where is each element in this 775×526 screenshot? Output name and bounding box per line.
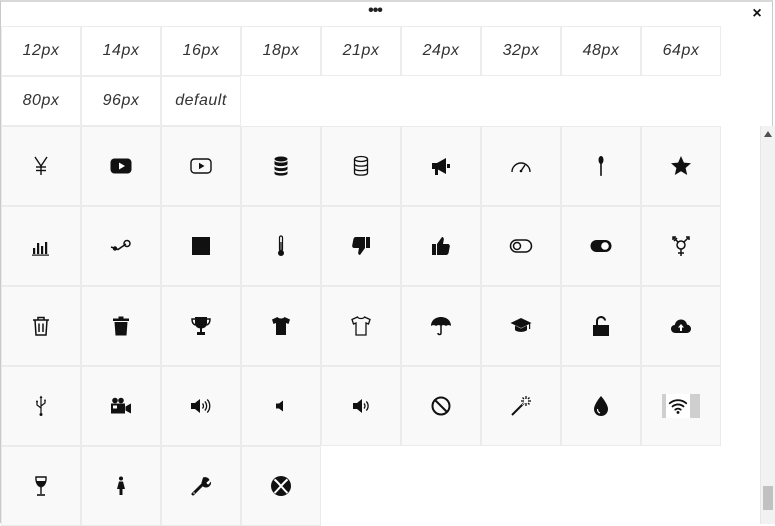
volume-down-icon[interactable] xyxy=(321,366,401,446)
scroll-up-icon[interactable] xyxy=(764,131,772,137)
megaphone-icon[interactable] xyxy=(401,126,481,206)
ban-icon[interactable] xyxy=(401,366,481,446)
water-drop-icon[interactable] xyxy=(561,366,641,446)
spoon-icon[interactable] xyxy=(561,126,641,206)
wine-glass-icon[interactable] xyxy=(1,446,81,526)
trophy-icon[interactable] xyxy=(161,286,241,366)
trash-icon[interactable] xyxy=(1,286,81,366)
size-option-24px[interactable]: 24px xyxy=(401,26,481,76)
volume-off-icon[interactable] xyxy=(241,366,321,446)
thumbs-up-icon[interactable] xyxy=(401,206,481,286)
more-menu-icon[interactable]: ••• xyxy=(361,3,389,22)
cloud-upload-icon[interactable] xyxy=(641,286,721,366)
tshirt-outline-icon[interactable] xyxy=(321,286,401,366)
tachometer-icon[interactable] xyxy=(481,126,561,206)
youtube-play-outline-icon[interactable] xyxy=(161,126,241,206)
size-option-18px[interactable]: 18px xyxy=(241,26,321,76)
transgender-icon[interactable] xyxy=(641,206,721,286)
unlock-icon[interactable] xyxy=(561,286,641,366)
wrench-icon[interactable] xyxy=(161,446,241,526)
close-icon[interactable]: × xyxy=(750,5,764,23)
icon-picker-window: ••• × 12px 14px 16px 18px 21px 24px 32px… xyxy=(0,0,775,526)
volume-up-icon[interactable] xyxy=(161,366,241,446)
size-option-48px[interactable]: 48px xyxy=(561,26,641,76)
usb-icon[interactable] xyxy=(1,366,81,446)
size-option-80px[interactable]: 80px xyxy=(1,76,81,126)
graduation-cap-icon[interactable] xyxy=(481,286,561,366)
video-camera-icon[interactable] xyxy=(81,366,161,446)
star-icon[interactable] xyxy=(641,126,721,206)
database-icon[interactable] xyxy=(241,126,321,206)
vertical-scrollbar[interactable] xyxy=(760,126,775,524)
database-outline-icon[interactable] xyxy=(321,126,401,206)
steam-icon[interactable] xyxy=(81,206,161,286)
toggle-off-icon[interactable] xyxy=(481,206,561,286)
size-option-64px[interactable]: 64px xyxy=(641,26,721,76)
stop-square-icon[interactable] xyxy=(161,206,241,286)
icon-grid xyxy=(1,126,761,526)
toggle-on-icon[interactable] xyxy=(561,206,641,286)
size-option-16px[interactable]: 16px xyxy=(161,26,241,76)
size-option-default[interactable]: default xyxy=(161,76,241,126)
tshirt-icon[interactable] xyxy=(241,286,321,366)
size-option-14px[interactable]: 14px xyxy=(81,26,161,76)
scrollbar-thumb[interactable] xyxy=(763,486,773,510)
size-option-21px[interactable]: 21px xyxy=(321,26,401,76)
size-option-32px[interactable]: 32px xyxy=(481,26,561,76)
size-option-12px[interactable]: 12px xyxy=(1,26,81,76)
female-icon[interactable] xyxy=(81,446,161,526)
size-option-96px[interactable]: 96px xyxy=(81,76,161,126)
umbrella-icon[interactable] xyxy=(401,286,481,366)
bar-chart-icon[interactable] xyxy=(1,206,81,286)
youtube-play-icon[interactable] xyxy=(81,126,161,206)
yen-icon[interactable] xyxy=(1,126,81,206)
thermometer-icon[interactable] xyxy=(241,206,321,286)
thumbs-down-icon[interactable] xyxy=(321,206,401,286)
wifi-icon[interactable] xyxy=(641,366,721,446)
xbox-icon[interactable] xyxy=(241,446,321,526)
magic-wand-icon[interactable] xyxy=(481,366,561,446)
trash-alt-icon[interactable] xyxy=(81,286,161,366)
